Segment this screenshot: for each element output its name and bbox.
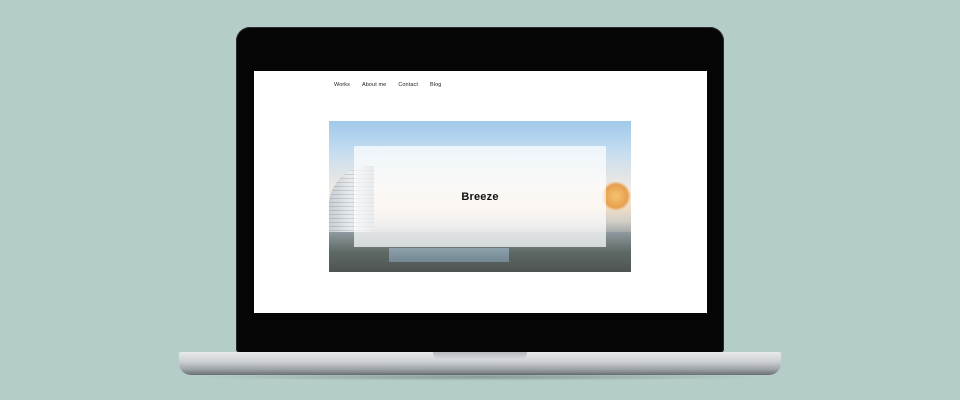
nav-link-contact[interactable]: Contact	[398, 82, 418, 88]
site-nav: Works About me Contact Blog	[334, 82, 441, 88]
nav-link-works[interactable]: Works	[334, 82, 350, 88]
hero-title: Breeze	[461, 190, 499, 203]
nav-link-about-me[interactable]: About me	[362, 82, 386, 88]
laptop-shadow	[191, 373, 769, 381]
laptop-base-notch	[433, 352, 527, 360]
nav-link-blog[interactable]: Blog	[430, 82, 441, 88]
laptop-lid: Works About me Contact Blog Breeze	[236, 27, 724, 353]
hero-image: Breeze	[329, 121, 631, 272]
hero-panel: Breeze	[354, 146, 606, 247]
hero-water-graphic	[389, 248, 509, 262]
laptop-base	[179, 352, 781, 375]
laptop-screen: Works About me Contact Blog Breeze	[254, 71, 707, 313]
